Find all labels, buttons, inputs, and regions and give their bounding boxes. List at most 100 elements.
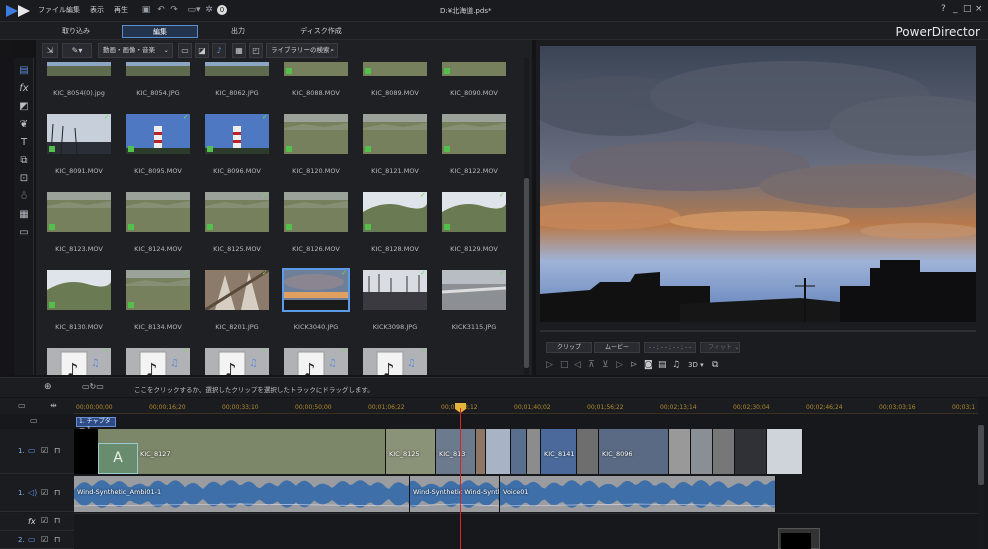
- library-item[interactable]: ✓ KIC_8095.MOV: [123, 114, 193, 182]
- next-frame-icon[interactable]: ▷: [616, 360, 623, 370]
- video-clip[interactable]: [476, 429, 486, 474]
- library-item[interactable]: ♪ ♫ ✓: [360, 348, 430, 375]
- library-item[interactable]: ♪ ♫ ✓: [281, 348, 351, 375]
- subtitle-room-icon[interactable]: ▭: [17, 226, 31, 240]
- pip-room-icon[interactable]: ◩: [17, 100, 31, 114]
- library-item[interactable]: KIC_8124.MOV: [123, 192, 193, 260]
- search-icon[interactable]: ⌕: [330, 44, 334, 57]
- library-item[interactable]: ✓ KIC_8201.JPG: [202, 270, 272, 338]
- menu-edit[interactable]: 編集: [66, 5, 80, 15]
- library-item[interactable]: ✓ KIC_8134.MOV: [123, 270, 193, 338]
- movie-mode-button[interactable]: ムービー: [594, 342, 640, 353]
- video-clip[interactable]: KIC_8096: [599, 429, 669, 474]
- notification-icon[interactable]: 0: [217, 5, 227, 15]
- particle-room-icon[interactable]: ❦: [17, 118, 31, 132]
- library-item[interactable]: KIC_8062.JPG: [202, 62, 272, 104]
- video-clip[interactable]: [767, 429, 803, 474]
- maximize-button[interactable]: □: [963, 4, 972, 14]
- tab-produce[interactable]: 出力: [206, 25, 270, 38]
- close-button[interactable]: ×: [975, 4, 983, 14]
- library-item[interactable]: ♪ ♫ ✓: [44, 348, 114, 375]
- undock-icon[interactable]: ⧉: [712, 360, 718, 370]
- time-ruler[interactable]: 00;00;00;00 00;00;16;20 00;00;33;10 00;00;5…: [74, 398, 978, 414]
- add-to-track-icon[interactable]: ⊕: [44, 382, 52, 392]
- tab-edit[interactable]: 編集: [122, 25, 198, 38]
- title-room-icon[interactable]: T: [17, 136, 31, 150]
- library-item[interactable]: ♪ ♫ ✓: [123, 348, 193, 375]
- chapter-room-icon[interactable]: ▦: [17, 208, 31, 222]
- library-item[interactable]: KIC_8130.MOV: [44, 270, 114, 338]
- library-item[interactable]: ✓ KICK3040.JPG: [281, 268, 351, 338]
- redo-icon[interactable]: ↷: [169, 5, 179, 15]
- video-clip[interactable]: A KIC_8127: [74, 429, 386, 474]
- audio-clip[interactable]: Wind-Synthetic Wind-Synth: [410, 476, 500, 512]
- clip-mode-button[interactable]: クリップ: [546, 342, 592, 353]
- fit-timeline-icon[interactable]: ⇹: [50, 401, 57, 410]
- grid-view-icon[interactable]: ▦: [232, 43, 246, 58]
- video-filter-icon[interactable]: ▭: [178, 43, 192, 58]
- video-clip[interactable]: [577, 429, 599, 474]
- library-item[interactable]: KIC_8090.MOV: [439, 62, 509, 104]
- library-item[interactable]: KIC_8126.MOV: [281, 192, 351, 260]
- media-filter-select[interactable]: 動画・画像・音楽 ⌄: [98, 43, 173, 58]
- video-clip[interactable]: [486, 429, 511, 474]
- library-item[interactable]: ✓ KIC_8096.MOV: [202, 114, 272, 182]
- library-item[interactable]: ✓ KICK3115.JPG: [439, 270, 509, 338]
- library-item[interactable]: KIC_8054.JPG: [123, 62, 193, 104]
- plugin-icon[interactable]: ✎▾: [62, 43, 92, 58]
- library-item[interactable]: KIC_8122.MOV: [439, 114, 509, 182]
- audio-clip[interactable]: Voice01: [500, 476, 776, 512]
- voiceover-icon[interactable]: ♁: [17, 190, 31, 204]
- video-clip[interactable]: [691, 429, 713, 474]
- video-clip[interactable]: KIC_8125: [386, 429, 436, 474]
- video-clip[interactable]: [511, 429, 527, 474]
- save-icon[interactable]: ▣: [141, 5, 151, 15]
- timeline-scroll-thumb[interactable]: [978, 425, 984, 485]
- subtitle-icon[interactable]: ▤: [658, 360, 667, 370]
- play-icon[interactable]: ▷: [546, 360, 553, 370]
- menu-view[interactable]: 表示: [90, 5, 104, 15]
- settings-icon[interactable]: ✲: [204, 5, 214, 15]
- preview-seekbar[interactable]: [540, 330, 976, 332]
- import-icon[interactable]: ⇲: [42, 43, 58, 58]
- video-clip[interactable]: KIC_8141: [541, 429, 577, 474]
- library-item[interactable]: KIC_8054(0).jpg: [44, 62, 114, 104]
- library-item[interactable]: ✓ KICK3098.JPG: [360, 270, 430, 338]
- sort-icon[interactable]: ◰: [249, 43, 263, 58]
- video-clip[interactable]: [735, 429, 767, 474]
- library-item[interactable]: KIC_8121.MOV: [360, 114, 430, 182]
- trim-tools-icon[interactable]: ▭↻▭: [82, 382, 104, 391]
- tab-disc[interactable]: ディスク作成: [286, 25, 356, 38]
- 3d-toggle[interactable]: 3D ▾: [688, 361, 704, 369]
- playhead[interactable]: [460, 408, 461, 549]
- track-enable-checkbox[interactable]: ☑: [41, 516, 48, 525]
- menu-file[interactable]: ファイル: [38, 5, 66, 15]
- prev-frame-icon[interactable]: ◁: [574, 360, 581, 370]
- effects-room-icon[interactable]: fx: [17, 82, 31, 96]
- audio-track-1[interactable]: Wind-Synthetic_Ambi01-1 Wind-Synthetic Wi…: [74, 476, 978, 512]
- library-item[interactable]: ✓ KIC_8128.MOV: [360, 192, 430, 260]
- lock-icon[interactable]: ⊓: [54, 535, 60, 544]
- track-enable-checkbox[interactable]: ☑: [41, 488, 48, 497]
- search-input[interactable]: ライブラリーの検索: [271, 46, 330, 54]
- library-item[interactable]: ✓ KIC_8129.MOV: [439, 192, 509, 260]
- music-filter-icon[interactable]: ♪: [212, 43, 226, 58]
- video-clip[interactable]: [527, 429, 541, 474]
- library-item[interactable]: KIC_8123.MOV: [44, 192, 114, 260]
- image-filter-icon[interactable]: ◪: [195, 43, 209, 58]
- media-room-icon[interactable]: ▤: [17, 64, 31, 78]
- library-item[interactable]: ✓ KIC_8091.MOV: [44, 114, 114, 182]
- track-enable-checkbox[interactable]: ☑: [41, 535, 48, 544]
- stop-icon[interactable]: □: [560, 360, 569, 370]
- track-manager-icon[interactable]: ▭: [18, 401, 26, 410]
- library-item[interactable]: KIC_8088.MOV: [281, 62, 351, 104]
- mark-in-icon[interactable]: ⊼: [588, 360, 595, 370]
- video-track-1[interactable]: A KIC_8127 KIC_8125 KIC_813 KIC_8141 KIC_8096: [74, 429, 978, 475]
- tab-capture[interactable]: 取り込み: [44, 25, 108, 38]
- video-clip[interactable]: [713, 429, 735, 474]
- transition-room-icon[interactable]: ⧉: [17, 154, 31, 168]
- fast-forward-icon[interactable]: ⊳: [630, 360, 638, 370]
- video-clip[interactable]: [669, 429, 691, 474]
- undo-icon[interactable]: ↶: [156, 5, 166, 15]
- lock-icon[interactable]: ⊓: [54, 446, 60, 455]
